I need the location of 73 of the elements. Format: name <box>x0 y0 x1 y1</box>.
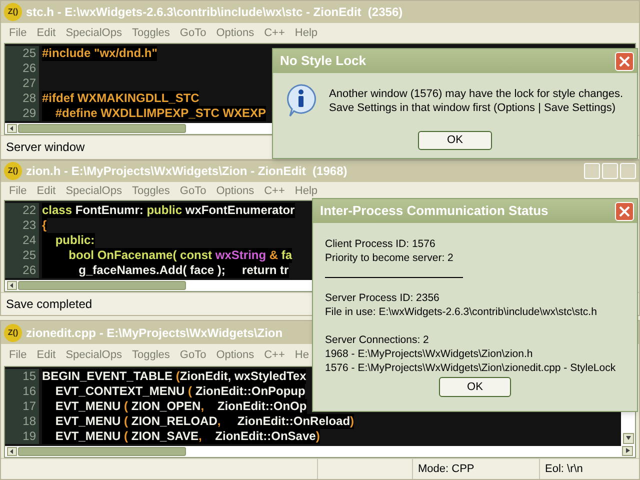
ok-button[interactable]: OK <box>418 131 492 150</box>
menu-item[interactable]: Edit <box>36 182 56 200</box>
line-number: 22 <box>5 203 39 218</box>
scroll-left-icon[interactable] <box>7 281 17 290</box>
window-title: zionedit.cpp - E:\MyProjects\WxWidgets\Zion <box>26 324 283 342</box>
line-number: 19 <box>5 428 39 444</box>
dialog-title: Inter-Process Communication Status <box>320 202 548 220</box>
status-text: Mode: CPP <box>413 458 540 479</box>
menu-item[interactable]: Toggles <box>132 182 170 200</box>
menu-item[interactable]: Edit <box>36 24 56 42</box>
info-line: 1968 - E:\MyProjects\WxWidgets\Zion\zion.h <box>325 347 533 361</box>
app-logo: Z() <box>4 162 22 180</box>
line-number: 27 <box>5 76 39 91</box>
scroll-left-icon[interactable] <box>7 446 17 456</box>
menu-item[interactable]: SpecialOps <box>66 182 122 200</box>
menu-item[interactable]: GoTo <box>180 24 206 42</box>
info-line: Client Process ID: 1576 <box>325 237 436 251</box>
close-button[interactable] <box>615 52 634 70</box>
line-number: 23 <box>5 218 39 234</box>
window-title: zion.h - E:\MyProjects\WxWidgets\Zion - ZionEdit (1968) <box>26 163 348 180</box>
line-number: 26 <box>5 60 39 76</box>
status-text: Eol: \r\n <box>544 462 584 477</box>
line-number: 15 <box>5 368 39 384</box>
close-button[interactable] <box>615 202 634 220</box>
scroll-thumb[interactable] <box>18 281 186 290</box>
app-logo: Z() <box>4 324 22 342</box>
menu-item[interactable]: File <box>9 346 27 364</box>
menu-item[interactable]: Toggles <box>132 24 170 42</box>
info-icon <box>285 83 317 117</box>
menu-item[interactable]: Toggles <box>132 346 170 364</box>
menu-item[interactable]: GoTo <box>180 182 206 200</box>
status-text: Server window <box>6 139 85 156</box>
info-line: File in use: E:\wxWidgets-2.6.3\contrib\include\wx\stc\stc.h <box>325 305 597 319</box>
line-number: 18 <box>5 414 39 429</box>
line-number: 17 <box>5 398 39 414</box>
dialog-title: No Style Lock <box>280 52 366 70</box>
menu-item[interactable]: File <box>9 24 27 42</box>
dialog-message: Save Settings in that window first (Options | Save Settings) <box>329 101 616 115</box>
line-number: 16 <box>5 384 39 399</box>
app-logo: Z() <box>4 3 22 22</box>
info-line: Priority to become server: 2 <box>325 251 454 265</box>
menu-item[interactable]: C++ <box>264 24 285 42</box>
dialog-message: Another window (1576) may have the lock for style changes. <box>329 87 624 101</box>
menu-item[interactable]: Options <box>216 24 254 42</box>
info-line: 1576 - E:\MyProjects\WxWidgets\Zion\zionedit.cpp - StyleLock <box>325 361 616 375</box>
scroll-right-icon[interactable] <box>622 446 633 456</box>
line-number: 25 <box>5 248 39 264</box>
menu-item[interactable]: C++ <box>264 346 285 364</box>
line-number: 29 <box>5 106 39 121</box>
menu-item[interactable]: Options <box>216 346 254 364</box>
menu-item[interactable]: He <box>294 346 309 364</box>
menu-item[interactable]: GoTo <box>180 346 206 364</box>
menu-item[interactable]: SpecialOps <box>66 346 122 364</box>
info-line: Server Process ID: 2356 <box>325 291 440 305</box>
menu-item[interactable]: File <box>9 182 27 200</box>
status-text: Save completed <box>6 296 92 314</box>
scroll-thumb[interactable] <box>18 446 186 456</box>
menu-item[interactable]: Help <box>294 24 318 42</box>
window-title: stc.h - E:\wxWidgets-2.6.3\contrib\include\wx\stc - ZionEdit (2356) <box>26 4 403 22</box>
line-number: 26 <box>5 263 39 278</box>
info-line: Server Connections: 2 <box>325 333 429 347</box>
line-number: 28 <box>5 90 39 106</box>
scroll-thumb[interactable] <box>18 124 186 133</box>
menu-item[interactable]: C++ <box>264 182 285 200</box>
scroll-down-icon[interactable] <box>622 432 634 444</box>
menu-item[interactable]: Edit <box>36 346 56 364</box>
scroll-left-icon[interactable] <box>7 124 17 133</box>
menu-item[interactable]: SpecialOps <box>66 24 122 42</box>
ok-button[interactable]: OK <box>439 377 511 397</box>
menu-item[interactable]: Help <box>294 182 318 200</box>
line-number: 25 <box>5 46 39 61</box>
menu-item[interactable]: Options <box>216 182 254 200</box>
line-number: 24 <box>5 233 39 248</box>
